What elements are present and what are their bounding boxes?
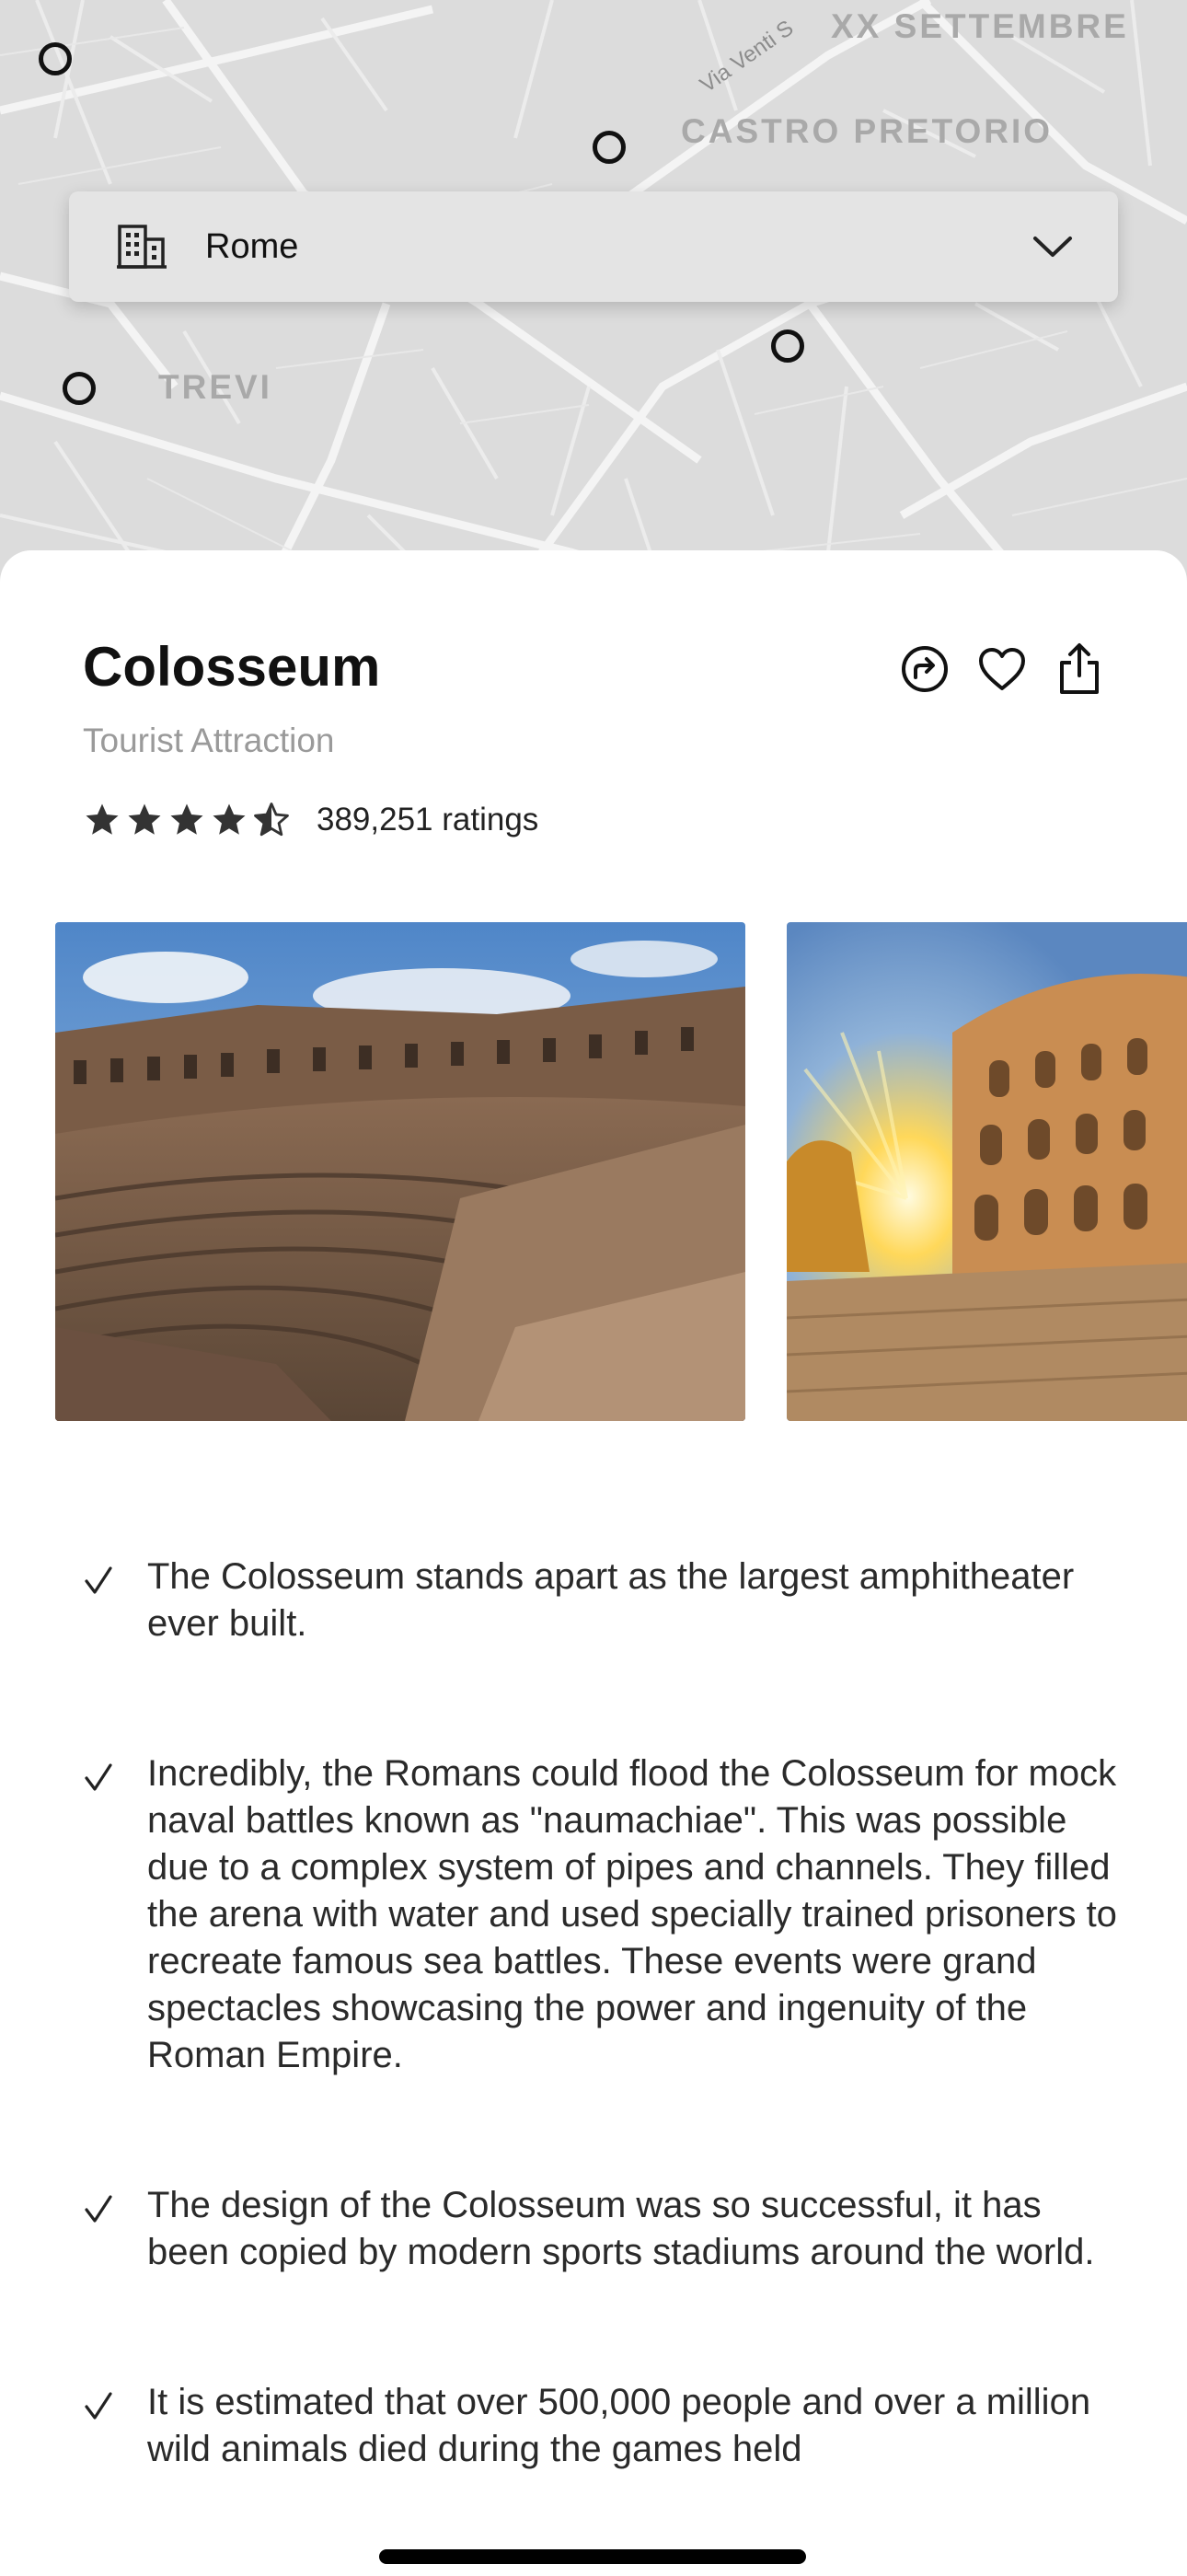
place-actions bbox=[900, 642, 1104, 696]
fact-text: The Colosseum stands apart as the larges… bbox=[147, 1556, 1075, 1644]
district-label: XX SETTEMBRE bbox=[831, 7, 1129, 45]
map-view[interactable]: XX SETTEMBRE CASTRO PRETORIO TREVI Via V… bbox=[0, 0, 1187, 589]
colosseum-sunset-photo[interactable] bbox=[787, 922, 1187, 1421]
checkmark-icon bbox=[85, 2195, 112, 2223]
favorite-button[interactable] bbox=[977, 642, 1027, 696]
map-pin[interactable] bbox=[63, 372, 96, 405]
photo-carousel[interactable] bbox=[55, 922, 1187, 1421]
list-item: It is estimated that over 500,000 people… bbox=[83, 2379, 1132, 2473]
star-full-icon bbox=[86, 803, 119, 835]
photo-image bbox=[787, 922, 1187, 1421]
heart-icon bbox=[979, 648, 1025, 690]
directions-button[interactable] bbox=[900, 642, 950, 696]
building-icon bbox=[117, 225, 167, 269]
place-title: Colosseum bbox=[83, 636, 381, 698]
city-selector-value: Rome bbox=[205, 226, 299, 266]
ratings-count: 389,251 ratings bbox=[317, 802, 539, 837]
place-category: Tourist Attraction bbox=[83, 722, 335, 759]
list-item: Incredibly, the Romans could flood the C… bbox=[83, 1750, 1132, 2079]
checkmark-icon bbox=[85, 1763, 112, 1791]
colosseum-interior-photo[interactable] bbox=[55, 922, 745, 1421]
map-pin[interactable] bbox=[593, 131, 626, 164]
home-indicator[interactable] bbox=[379, 2549, 806, 2564]
chevron-down-icon bbox=[1033, 237, 1072, 257]
city-selector[interactable]: Rome bbox=[69, 191, 1118, 302]
directions-icon bbox=[902, 646, 948, 692]
fact-text: It is estimated that over 500,000 people… bbox=[147, 2382, 1091, 2469]
rating-row: 389,251 ratings bbox=[83, 801, 538, 839]
star-full-icon bbox=[170, 803, 203, 835]
photo-image bbox=[55, 922, 745, 1421]
share-icon bbox=[1060, 643, 1099, 694]
district-label: TREVI bbox=[158, 368, 272, 406]
star-half-icon bbox=[254, 803, 289, 837]
list-item: The design of the Colosseum was so succe… bbox=[83, 2182, 1132, 2276]
list-item: The Colosseum stands apart as the larges… bbox=[83, 1554, 1132, 1647]
facts-list: The Colosseum stands apart as the larges… bbox=[83, 1554, 1132, 2576]
fact-text: Incredibly, the Romans could flood the C… bbox=[147, 1753, 1117, 2075]
map-pin[interactable] bbox=[39, 42, 72, 75]
checkmark-icon bbox=[85, 1566, 112, 1594]
district-label: CASTRO PRETORIO bbox=[681, 112, 1054, 150]
star-rating bbox=[83, 801, 291, 839]
fact-text: The design of the Colosseum was so succe… bbox=[147, 2185, 1095, 2272]
star-full-icon bbox=[213, 803, 246, 835]
place-detail-sheet[interactable]: Colosseum Tourist Attraction 389,251 rat… bbox=[0, 550, 1187, 2573]
checkmark-icon bbox=[85, 2392, 112, 2420]
star-full-icon bbox=[128, 803, 161, 835]
share-button[interactable] bbox=[1054, 642, 1104, 696]
map-pin[interactable] bbox=[771, 329, 804, 363]
